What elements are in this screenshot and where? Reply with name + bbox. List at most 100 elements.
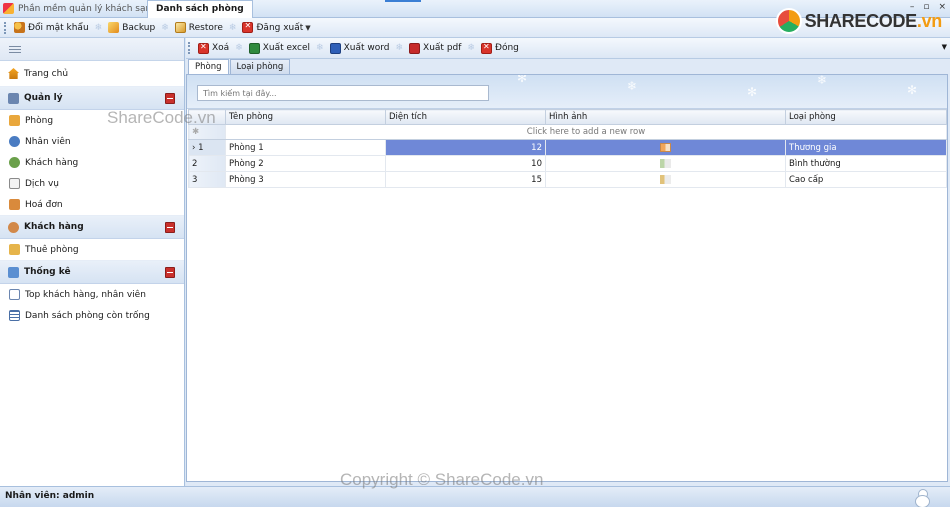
column-header-area[interactable]: Diện tích (385, 109, 546, 125)
cell-room-type[interactable]: Thương gia (785, 139, 947, 156)
toolbar-separator: ❄ (161, 22, 169, 33)
content-area: Xoá ❄ Xuất excel ❄ Xuất word ❄ Xuất pdf … (186, 38, 950, 486)
add-row-indicator: ✱ (188, 124, 226, 140)
table-row[interactable]: › 1 Phòng 1 12 Thương gia (188, 139, 947, 156)
sidebar-item-label: Nhân viên (25, 136, 71, 147)
room-thumbnail-icon (660, 142, 671, 152)
sidebar-item-staff[interactable]: Nhân viên (0, 131, 184, 152)
snowflake-icon: ✻ (517, 75, 528, 85)
collapse-group-icon[interactable] (165, 267, 175, 278)
close-label: Đóng (494, 43, 519, 53)
sidebar-item-home[interactable]: Trang chủ (0, 61, 184, 86)
cell-image[interactable] (545, 139, 786, 156)
toolbar-grip[interactable] (4, 21, 7, 34)
change-password-button[interactable]: Đổi mật khẩu (11, 20, 92, 36)
table-row[interactable]: 3 Phòng 3 15 Cao cấp (188, 171, 947, 188)
cell-room-name[interactable]: Phòng 3 (225, 171, 386, 188)
search-area: ✻ ❄ ✻ ❄ ✻ (187, 75, 947, 109)
cell-room-name[interactable]: Phòng 2 (225, 155, 386, 172)
sidebar-item-label: Khách hàng (25, 157, 79, 168)
logo-mark-icon (775, 8, 802, 34)
sidebar-group-customers[interactable]: Khách hàng (0, 215, 184, 239)
export-excel-label: Xuất excel (262, 43, 311, 53)
export-pdf-label: Xuất pdf (423, 43, 462, 53)
pdf-icon (409, 42, 421, 54)
delete-button[interactable]: Xoá (195, 40, 232, 56)
menu-icon[interactable] (9, 45, 21, 53)
collapse-group-icon[interactable] (165, 222, 175, 233)
tab-room-types[interactable]: Loại phòng (229, 59, 291, 74)
sidebar-item-invoices[interactable]: Hoá đơn (0, 194, 184, 215)
sidebar-item-label: Hoá đơn (25, 199, 63, 210)
cell-room-type[interactable]: Bình thường (785, 155, 947, 172)
sidebar-item-rent-room[interactable]: Thuê phòng (0, 239, 184, 260)
delete-label: Xoá (212, 43, 230, 53)
logout-button[interactable]: Đăng xuất ▼ (239, 20, 313, 36)
sidebar-group-statistics[interactable]: Thống kê (0, 260, 184, 284)
app-title[interactable]: Phần mềm quản lý khách sạn (3, 3, 151, 14)
sidebar-group-manage[interactable]: Quản lý (0, 86, 184, 110)
excel-icon (248, 42, 260, 54)
column-header-name[interactable]: Tên phòng (225, 109, 386, 125)
app-icon (3, 3, 14, 14)
sidebar-item-customers[interactable]: Khách hàng (0, 152, 184, 173)
toolbar-grip[interactable] (188, 42, 191, 54)
service-icon (9, 178, 20, 189)
cell-room-name[interactable]: Phòng 1 (225, 139, 386, 156)
sidebar-item-services[interactable]: Dịch vụ (0, 173, 184, 194)
cell-area[interactable]: 12 (385, 139, 546, 156)
sidebar-item-label: Danh sách phòng còn trống (25, 310, 150, 321)
sidebar-item-label: Dịch vụ (25, 178, 59, 189)
sidebar-item-vacant-rooms[interactable]: Danh sách phòng còn trống (0, 305, 184, 326)
sharecode-logo: SHARECODE.vn (775, 8, 942, 34)
search-input[interactable] (197, 85, 489, 101)
export-pdf-button[interactable]: Xuất pdf (406, 40, 464, 56)
cell-image[interactable] (545, 155, 786, 172)
restore-button[interactable]: Restore (172, 20, 226, 36)
backup-label: Backup (122, 22, 156, 33)
backup-button[interactable]: Backup (105, 20, 158, 36)
sidebar-item-top-customers[interactable]: Top khách hàng, nhân viên (0, 284, 184, 305)
room-toolbar: Xoá ❄ Xuất excel ❄ Xuất word ❄ Xuất pdf … (186, 38, 950, 59)
row-number: 2 (188, 155, 226, 172)
snowflake-icon: ✻ (747, 85, 758, 99)
add-row-text[interactable]: Click here to add a new row (225, 124, 947, 140)
key-icon (14, 22, 25, 33)
snowflake-icon: ❄ (817, 75, 828, 87)
cell-image[interactable] (545, 171, 786, 188)
cell-area[interactable]: 15 (385, 171, 546, 188)
cell-area[interactable]: 10 (385, 155, 546, 172)
app-title-text: Phần mềm quản lý khách sạn (18, 3, 152, 14)
export-word-button[interactable]: Xuất word (327, 40, 393, 56)
rent-room-icon (9, 244, 20, 255)
tab-strip: Phòng Loại phòng (186, 59, 950, 74)
column-header-image[interactable]: Hình ảnh (545, 109, 786, 125)
report-icon (9, 289, 20, 300)
row-number: 3 (188, 171, 226, 188)
title-accent (385, 0, 421, 2)
toolbar-separator: ❄ (235, 43, 243, 53)
toolbar-overflow-icon[interactable]: ▼ (305, 24, 310, 32)
customer-group-icon (8, 221, 19, 233)
export-excel-button[interactable]: Xuất excel (246, 40, 313, 56)
rooms-grid: Tên phòng Diện tích Hình ảnh Loại phòng … (188, 109, 947, 188)
collapse-group-icon[interactable] (165, 93, 175, 104)
active-window-tab[interactable]: Danh sách phòng (147, 0, 253, 18)
backup-icon (108, 22, 120, 33)
status-user: Nhân viên: admin (5, 491, 95, 501)
sidebar-item-label: Top khách hàng, nhân viên (25, 289, 146, 300)
row-number: › 1 (188, 139, 226, 156)
tab-rooms[interactable]: Phòng (188, 59, 229, 74)
room-thumbnail-icon (660, 174, 671, 184)
sidebar: Trang chủ Quản lý Phòng Nhân viên Khách … (0, 38, 185, 486)
sidebar-item-rooms[interactable]: Phòng (0, 110, 184, 131)
close-button[interactable]: Đóng (478, 40, 522, 56)
chevron-down-icon[interactable]: ▼ (942, 43, 947, 51)
cell-room-type[interactable]: Cao cấp (785, 171, 947, 188)
export-word-label: Xuất word (343, 43, 390, 53)
table-row[interactable]: 2 Phòng 2 10 Bình thường (188, 155, 947, 172)
snowman-icon (914, 489, 930, 507)
status-bar: Nhân viên: admin (0, 486, 950, 507)
column-header-type[interactable]: Loại phòng (785, 109, 947, 125)
add-new-row[interactable]: ✱ Click here to add a new row (188, 124, 947, 140)
